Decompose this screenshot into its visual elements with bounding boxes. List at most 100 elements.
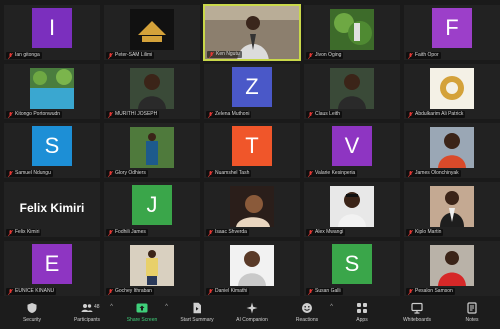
participant-tile[interactable]: Kiplo Martin	[403, 181, 500, 238]
avatar-initial: T	[232, 125, 272, 166]
mic-muted-icon	[308, 229, 313, 236]
participant-name: Fodhili James	[115, 229, 146, 235]
participant-tile[interactable]: Kitongo Portonwudn	[3, 63, 101, 120]
participant-tile[interactable]: Alex Mwangi	[303, 181, 401, 238]
participant-photo	[230, 245, 274, 286]
avatar-initial: Z	[232, 66, 272, 107]
participant-name-label: Claus Leith	[306, 111, 343, 118]
avatar-initial: F	[432, 7, 472, 48]
participant-photo	[430, 186, 474, 227]
share-screen-icon	[136, 303, 148, 313]
participant-name-label: Zelena Muthoni	[206, 111, 252, 118]
participant-tile[interactable]: T Nuamshel Tash	[203, 122, 301, 179]
share-screen-button[interactable]: ^ Share Screen	[122, 302, 168, 323]
participant-name: Daniel Kimathi	[215, 288, 248, 294]
participant-tile[interactable]: Peter-SAM Lilimi	[103, 4, 201, 61]
participant-photo	[30, 68, 74, 109]
participant-name-label: Pesalon Samson	[406, 288, 455, 295]
participant-tile[interactable]: James Olonchinyak	[403, 122, 500, 179]
mic-muted-icon	[108, 111, 113, 118]
participant-tile[interactable]: J Fodhili James	[103, 181, 201, 238]
participant-name: Zelena Muthoni	[215, 111, 250, 117]
participant-tile[interactable]: S Samuel Ndungu	[3, 122, 101, 179]
participant-tile[interactable]: V Valarie Kesinperia	[303, 122, 401, 179]
ai-companion-label: AI Companion	[236, 317, 268, 323]
whiteboard-icon	[411, 302, 423, 314]
participant-name: Pesalon Samson	[415, 288, 453, 294]
participant-tile[interactable]: F Faith Opor	[403, 4, 500, 61]
participant-tile[interactable]: Jivon Oging	[303, 4, 401, 61]
whiteboards-button[interactable]: Whiteboards	[397, 302, 437, 323]
shield-icon	[27, 303, 37, 313]
apps-label: Apps	[356, 317, 368, 323]
mic-muted-icon	[8, 288, 13, 295]
participant-name-label: Kitongo Portonwudn	[6, 111, 63, 118]
participant-tile[interactable]: Abdulkarim Ali Patrick	[403, 63, 500, 120]
participant-name: Ken Ngutu	[216, 51, 240, 57]
participant-name: Glory Odhiers	[115, 170, 146, 176]
mic-muted-icon	[408, 229, 413, 236]
reactions-caret-icon[interactable]: ^	[330, 304, 333, 310]
participant-name-label: Isaac Shverda	[206, 229, 249, 236]
mic-muted-icon	[8, 52, 13, 59]
participant-tile[interactable]: Gochey Ithraban	[103, 240, 201, 297]
participant-tile[interactable]: S Susan Galli	[303, 240, 401, 297]
participant-name-label: Faith Opor	[406, 52, 441, 59]
participant-tile[interactable]: Ken Ngutu	[203, 4, 301, 61]
participant-tile[interactable]: I Ian gitonga	[3, 4, 101, 61]
mic-muted-icon	[308, 170, 313, 177]
participants-button[interactable]: 48 ^ Participants	[67, 302, 113, 323]
security-button[interactable]: Security	[12, 302, 52, 323]
participant-name-label: Gochey Ithraban	[106, 288, 154, 295]
participants-count: 48	[94, 304, 100, 310]
participant-name-label: Kiplo Martin	[406, 229, 444, 236]
avatar-initial: I	[32, 7, 72, 48]
participant-tile[interactable]: Pesalon Samson	[403, 240, 500, 297]
participant-name-label: James Olonchinyak	[406, 170, 461, 177]
mic-muted-icon	[208, 170, 213, 177]
participants-caret-icon[interactable]: ^	[110, 304, 113, 310]
video-grid: I Ian gitonga Peter-SAM Lilimi Ken Ngutu Jiv…	[0, 0, 500, 297]
participant-photo	[130, 9, 174, 50]
mic-muted-icon	[108, 288, 113, 295]
notes-button[interactable]: Notes	[452, 302, 492, 323]
mic-muted-icon	[308, 52, 313, 59]
avatar-initial: S	[332, 243, 372, 284]
participant-tile[interactable]: Daniel Kimathi	[203, 240, 301, 297]
participant-tile[interactable]: Isaac Shverda	[203, 181, 301, 238]
participant-tile[interactable]: E EUNICE KINANU	[3, 240, 101, 297]
participant-name: Isaac Shverda	[215, 229, 247, 235]
start-summary-button[interactable]: Start Summary	[177, 302, 217, 323]
ai-companion-button[interactable]: AI Companion	[232, 302, 272, 323]
participant-name: Alex Mwangi	[315, 229, 344, 235]
participant-photo	[430, 68, 474, 109]
participant-name-label: Ian gitonga	[6, 52, 42, 59]
reactions-button[interactable]: ^ Reactions	[287, 302, 333, 323]
participant-name: Faith Opor	[415, 52, 439, 58]
participant-tile[interactable]: MURITHI JOSEPH	[103, 63, 201, 120]
apps-icon	[357, 303, 367, 313]
share-caret-icon[interactable]: ^	[165, 304, 168, 310]
participant-name-label: Ken Ngutu	[207, 51, 242, 58]
participant-tile[interactable]: Felix Kimiri Felix Kimiri	[3, 181, 101, 238]
participant-name-label: MURITHI JOSEPH	[106, 111, 160, 118]
participant-tile[interactable]: Glory Odhiers	[103, 122, 201, 179]
notes-icon	[467, 302, 477, 314]
document-icon	[193, 302, 201, 314]
participant-name: Nuamshel Tash	[215, 170, 250, 176]
apps-button[interactable]: Apps	[342, 302, 382, 323]
participant-photo	[430, 245, 474, 286]
participant-photo	[130, 127, 174, 168]
mic-muted-icon	[108, 52, 113, 59]
participant-name-label: Glory Odhiers	[106, 170, 148, 177]
mic-muted-icon	[8, 170, 13, 177]
participant-name: Peter-SAM Lilimi	[115, 52, 153, 58]
mic-muted-icon	[208, 288, 213, 295]
participant-name-label: Alex Mwangi	[306, 229, 346, 236]
whiteboards-label: Whiteboards	[402, 317, 432, 323]
mic-muted-icon	[108, 170, 113, 177]
participant-tile[interactable]: Z Zelena Muthoni	[203, 63, 301, 120]
participant-tile[interactable]: Claus Leith	[303, 63, 401, 120]
participant-name: Kitongo Portonwudn	[15, 111, 61, 117]
participant-name-label: Abdulkarim Ali Patrick	[406, 111, 466, 118]
